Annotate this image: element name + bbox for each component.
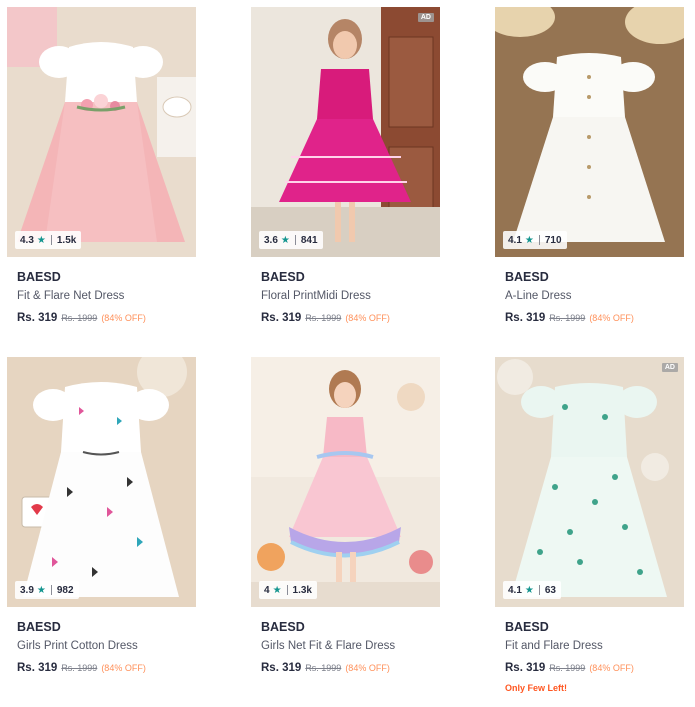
rating-value: 4.1 xyxy=(508,234,522,246)
discount-percent: (84% OFF) xyxy=(589,663,634,673)
product-image[interactable]: AD 4.1 ★ 63 xyxy=(495,357,684,607)
rating-count: 982 xyxy=(56,584,74,596)
rating-divider xyxy=(50,585,52,595)
product-name: Girls Net Fit & Flare Dress xyxy=(261,640,396,652)
discounted-price: Rs. 319 xyxy=(17,312,58,324)
rating-badge: 4 ★ 1.3k xyxy=(259,581,317,599)
discount-percent: (84% OFF) xyxy=(101,663,146,673)
rating-badge: 3.6 ★ 841 xyxy=(259,231,323,249)
rating-value: 4.1 xyxy=(508,584,522,596)
original-price: Rs. 1999 xyxy=(61,663,98,673)
product-name: A-Line Dress xyxy=(505,290,572,302)
discount-percent: (84% OFF) xyxy=(589,313,634,323)
ad-badge: AD xyxy=(417,13,434,22)
product-card[interactable]: AD 3.6 ★ 841 BAESD Floral PrintMidi Dres… xyxy=(251,7,440,324)
star-icon: ★ xyxy=(280,234,290,246)
discount-percent: (84% OFF) xyxy=(345,313,390,323)
rating-divider xyxy=(538,235,540,245)
product-price: Rs. 319 Rs. 1999 (84% OFF) xyxy=(261,662,390,674)
rating-value: 4 xyxy=(264,584,270,596)
product-price: Rs. 319 Rs. 1999 (84% OFF) xyxy=(261,312,390,324)
product-image[interactable]: 4.3 ★ 1.5k xyxy=(7,7,196,257)
product-brand: BAESD xyxy=(261,270,305,284)
rating-badge: 3.9 ★ 982 xyxy=(15,581,79,599)
discounted-price: Rs. 319 xyxy=(505,312,546,324)
product-brand: BAESD xyxy=(17,620,61,634)
low-stock-label: Only Few Left! xyxy=(505,683,568,693)
product-image[interactable]: AD 3.6 ★ 841 xyxy=(251,7,440,257)
rating-value: 3.9 xyxy=(20,584,34,596)
ad-badge: AD xyxy=(661,363,678,372)
rating-badge: 4.1 ★ 63 xyxy=(503,581,561,599)
discounted-price: Rs. 319 xyxy=(505,662,546,674)
product-card[interactable]: 3.9 ★ 982 BAESD Girls Print Cotton Dress… xyxy=(7,357,196,674)
rating-value: 3.6 xyxy=(264,234,278,246)
rating-count: 1.3k xyxy=(292,584,312,596)
original-price: Rs. 1999 xyxy=(61,313,98,323)
pink-tulle-dress-image xyxy=(7,7,196,257)
original-price: Rs. 1999 xyxy=(305,663,342,673)
product-card[interactable]: AD 4.1 ★ 63 BAESD Fit and Flare Dress Rs… xyxy=(495,357,684,693)
green-floral-dress-image xyxy=(495,357,684,607)
star-icon: ★ xyxy=(524,584,534,596)
product-name: Floral PrintMidi Dress xyxy=(261,290,371,302)
product-name: Girls Print Cotton Dress xyxy=(17,640,138,652)
product-card[interactable]: 4 ★ 1.3k BAESD Girls Net Fit & Flare Dre… xyxy=(251,357,440,674)
discount-percent: (84% OFF) xyxy=(101,313,146,323)
product-brand: BAESD xyxy=(17,270,61,284)
discount-percent: (84% OFF) xyxy=(345,663,390,673)
star-icon: ★ xyxy=(524,234,534,246)
product-image[interactable]: 3.9 ★ 982 xyxy=(7,357,196,607)
discounted-price: Rs. 319 xyxy=(17,662,58,674)
product-card[interactable]: 4.3 ★ 1.5k BAESD Fit & Flare Net Dress R… xyxy=(7,7,196,324)
rating-divider xyxy=(294,235,296,245)
star-icon: ★ xyxy=(272,584,282,596)
rating-divider xyxy=(50,235,52,245)
product-image[interactable]: 4.1 ★ 710 xyxy=(495,7,684,257)
rating-badge: 4.3 ★ 1.5k xyxy=(15,231,82,249)
rating-value: 4.3 xyxy=(20,234,34,246)
white-eyelet-dress-image xyxy=(495,7,684,257)
product-price: Rs. 319 Rs. 1999 (84% OFF) xyxy=(17,662,146,674)
product-price: Rs. 319 Rs. 1999 (84% OFF) xyxy=(17,312,146,324)
product-name: Fit & Flare Net Dress xyxy=(17,290,125,302)
product-image[interactable]: 4 ★ 1.3k xyxy=(251,357,440,607)
product-brand: BAESD xyxy=(505,270,549,284)
star-icon: ★ xyxy=(36,584,46,596)
original-price: Rs. 1999 xyxy=(305,313,342,323)
magenta-print-dress-image xyxy=(251,7,440,257)
butterfly-print-dress-image xyxy=(7,357,196,607)
rating-divider xyxy=(538,585,540,595)
rating-count: 841 xyxy=(300,234,318,246)
product-card[interactable]: 4.1 ★ 710 BAESD A-Line Dress Rs. 319 Rs. … xyxy=(495,7,684,324)
product-price: Rs. 319 Rs. 1999 (84% OFF) xyxy=(505,312,634,324)
pink-net-dress-image xyxy=(251,357,440,607)
product-brand: BAESD xyxy=(261,620,305,634)
rating-count: 1.5k xyxy=(56,234,77,246)
discounted-price: Rs. 319 xyxy=(261,312,302,324)
product-name: Fit and Flare Dress xyxy=(505,640,603,652)
discounted-price: Rs. 319 xyxy=(261,662,302,674)
rating-badge: 4.1 ★ 710 xyxy=(503,231,567,249)
product-brand: BAESD xyxy=(505,620,549,634)
original-price: Rs. 1999 xyxy=(549,663,586,673)
product-price: Rs. 319 Rs. 1999 (84% OFF) xyxy=(505,662,634,674)
star-icon: ★ xyxy=(36,234,46,246)
original-price: Rs. 1999 xyxy=(549,313,586,323)
rating-count: 710 xyxy=(544,234,562,246)
rating-count: 63 xyxy=(544,584,556,596)
rating-divider xyxy=(286,585,288,595)
